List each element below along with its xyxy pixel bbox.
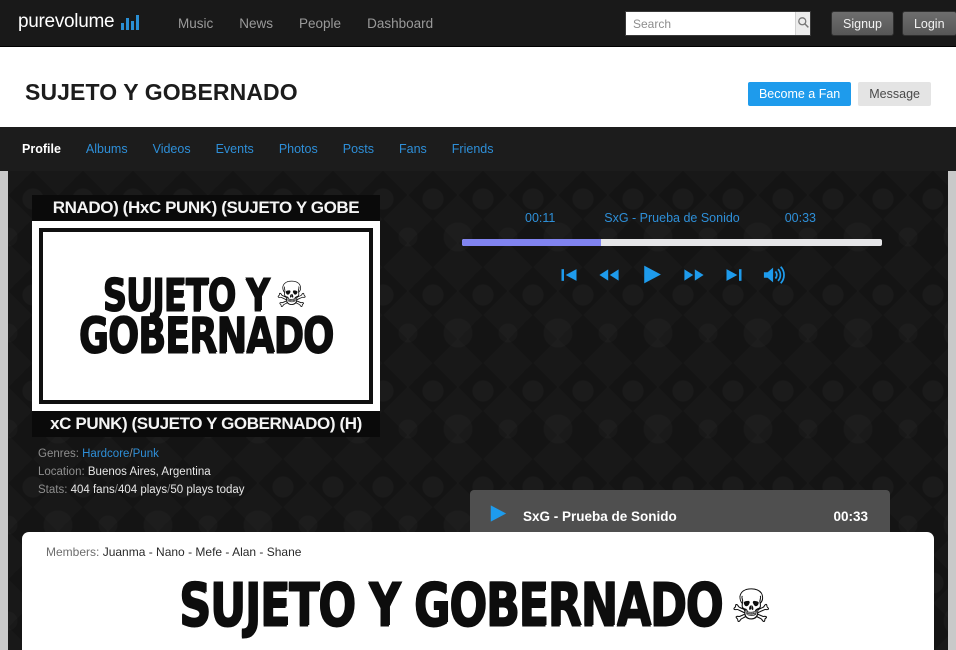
avatar-top-band-text: RNADO) (HxC PUNK) (SUJETO Y GOBE — [32, 195, 380, 221]
top-navigation-bar: purevolume Music News People Dashboard S… — [0, 0, 956, 47]
auth-buttons: Signup Login — [831, 11, 956, 36]
site-logo-text: purevolume — [18, 11, 115, 32]
profile-header: SUJETO Y GOBERNADO Become a Fan Message — [0, 47, 956, 127]
search-icon — [797, 16, 809, 28]
tab-events[interactable]: Events — [216, 142, 254, 156]
stats-label: Stats: — [38, 484, 68, 496]
stats-row: Stats: 404 fans/404 plays/50 plays today — [38, 481, 245, 499]
search-button[interactable] — [795, 12, 810, 35]
global-nav: Music News People Dashboard — [178, 0, 433, 47]
audio-player: 00:11 SxG - Prueba de Sonido 00:33 — [462, 211, 882, 287]
track-title: SxG - Prueba de Sonido — [523, 508, 677, 524]
tab-fans[interactable]: Fans — [399, 142, 427, 156]
band-metadata: Genres: Hardcore/Punk Location: Buenos A… — [38, 445, 245, 499]
skull-icon: ☠ — [730, 579, 772, 632]
band-avatar-image[interactable]: RNADO) (HxC PUNK) (SUJETO Y GOBE SUJETO … — [32, 195, 380, 437]
genre-link-punk[interactable]: Punk — [133, 448, 159, 460]
nav-item-news[interactable]: News — [239, 16, 273, 31]
genres-row: Genres: Hardcore/Punk — [38, 445, 245, 463]
play-icon[interactable] — [639, 262, 664, 287]
player-progress-fill — [462, 239, 601, 246]
fast-forward-icon[interactable] — [682, 265, 706, 285]
tab-albums[interactable]: Albums — [86, 142, 128, 156]
login-button[interactable]: Login — [901, 11, 956, 36]
tab-videos[interactable]: Videos — [153, 142, 191, 156]
player-controls — [462, 262, 882, 287]
player-info-row: 00:11 SxG - Prueba de Sonido 00:33 — [462, 211, 882, 233]
nav-item-dashboard[interactable]: Dashboard — [367, 16, 433, 31]
location-label: Location: — [38, 466, 85, 478]
site-logo[interactable]: purevolume — [18, 11, 140, 33]
location-row: Location: Buenos Aires, Argentina — [38, 463, 245, 481]
message-button[interactable]: Message — [858, 82, 931, 106]
tab-profile[interactable]: Profile — [22, 142, 61, 156]
player-total-time: 00:33 — [784, 211, 816, 225]
next-track-icon[interactable] — [724, 265, 744, 285]
nav-item-music[interactable]: Music — [178, 16, 213, 31]
search-box — [625, 11, 811, 36]
tab-photos[interactable]: Photos — [279, 142, 318, 156]
profile-actions: Become a Fan Message — [747, 82, 931, 106]
banner-text: SUJETO Y GOBERNADO — [178, 571, 724, 640]
tab-posts[interactable]: Posts — [343, 142, 374, 156]
profile-content-area: RNADO) (HxC PUNK) (SUJETO Y GOBE SUJETO … — [8, 171, 948, 650]
tab-friends[interactable]: Friends — [452, 142, 494, 156]
genre-link-hardcore[interactable]: Hardcore — [82, 448, 129, 460]
player-progress-bar[interactable] — [462, 239, 882, 246]
avatar-line-2: GOBERNADO — [78, 308, 334, 365]
rewind-icon[interactable] — [597, 265, 621, 285]
location-value: Buenos Aires, Argentina — [87, 466, 211, 478]
equalizer-bars-icon — [121, 14, 140, 30]
page-title: SUJETO Y GOBERNADO — [25, 79, 298, 105]
members-value: Juanma - Nano - Mefe - Alan - Shane — [102, 545, 302, 559]
become-a-fan-button[interactable]: Become a Fan — [747, 82, 852, 106]
volume-icon[interactable] — [762, 264, 786, 286]
previous-track-icon[interactable] — [559, 265, 579, 285]
avatar-bottom-band-text: xC PUNK) (SUJETO Y GOBERNADO) (H) — [32, 411, 380, 437]
track-play-icon[interactable] — [486, 502, 509, 530]
profile-detail-panel: Members: Juanma - Nano - Mefe - Alan - S… — [22, 532, 934, 650]
skull-icon: ☠ — [275, 273, 308, 315]
members-label: Members: — [46, 545, 100, 559]
track-duration: 00:33 — [833, 508, 868, 524]
avatar-artwork: SUJETO Y ☠ GOBERNADO — [32, 221, 380, 411]
player-track-title: SxG - Prueba de Sonido — [604, 211, 740, 225]
members-row: Members: Juanma - Nano - Mefe - Alan - S… — [46, 545, 301, 559]
genres-label: Genres: — [38, 448, 79, 460]
band-banner-image: SUJETO Y GOBERNADO ☠ — [22, 571, 934, 640]
stats-plays-today: 50 plays today — [170, 484, 245, 496]
stats-fans: 404 fans — [70, 484, 115, 496]
signup-button[interactable]: Signup — [831, 11, 894, 36]
search-input[interactable] — [626, 12, 795, 35]
stats-plays: 404 plays — [117, 484, 168, 496]
profile-section-tabs: Profile Albums Videos Events Photos Post… — [0, 127, 956, 171]
nav-item-people[interactable]: People — [299, 16, 341, 31]
